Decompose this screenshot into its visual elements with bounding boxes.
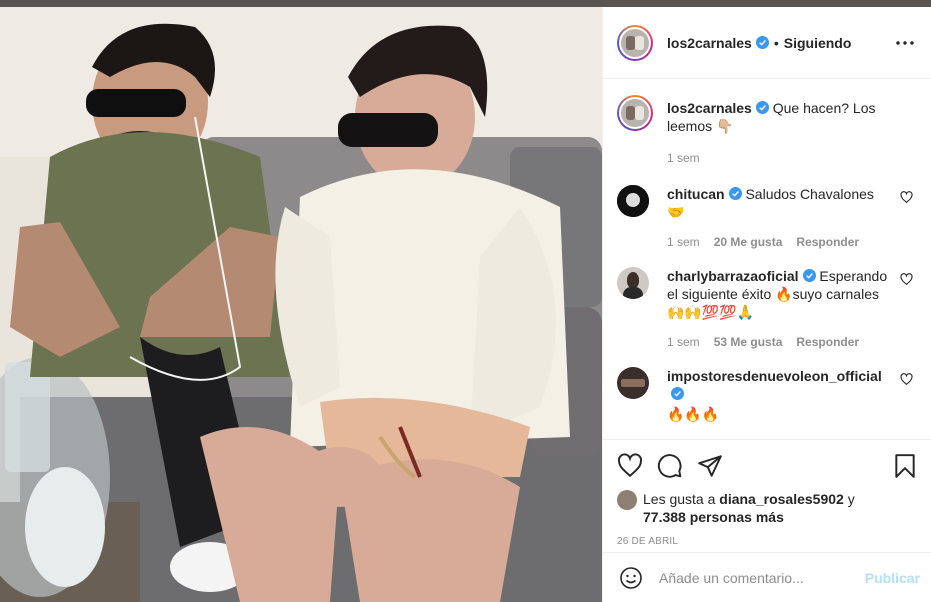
comment-item: charlybarrazaoficial Esperando el siguie… [617,267,917,351]
post-header: los2carnales • Siguiendo [603,7,931,79]
like-comment-heart-icon[interactable] [900,273,913,286]
comment-time[interactable]: 1 sem [667,233,700,251]
comment-item: impostoresdenuevoleon_official 🔥🔥🔥 [617,367,917,423]
save-bookmark-icon[interactable] [892,453,918,479]
verified-badge-icon [755,36,769,49]
comment-username[interactable]: impostoresdenuevoleon_official [667,368,882,384]
account-username[interactable]: los2carnales [667,35,752,51]
comment-item: chitucan Saludos Chavalones 🤝 1 sem 20 M… [617,185,917,251]
account-avatar[interactable] [617,24,653,61]
verified-badge-icon [755,101,769,114]
comment-likes[interactable]: 53 Me gusta [714,333,783,351]
emoji-smile-icon[interactable] [619,566,643,590]
reply-button[interactable]: Responder [796,333,859,351]
comments-list[interactable]: los2carnales Que hacen? Los leemos 👇🏼 1 … [603,79,931,439]
more-options-icon[interactable] [893,31,917,55]
caption: los2carnales Que hacen? Los leemos 👇🏼 1 … [617,95,917,167]
top-strip [0,0,931,7]
share-send-icon[interactable] [697,453,723,479]
reply-button[interactable]: Responder [796,233,859,251]
likes-summary[interactable]: Les gusta a diana_rosales5902 y 77.388 p… [617,490,918,526]
verified-badge-icon [671,387,684,400]
add-comment-bar: Publicar [603,552,931,602]
comment-likes[interactable]: 20 Me gusta [714,233,783,251]
likes-prefix: Les gusta a [643,491,716,507]
comment-avatar[interactable] [617,185,649,217]
likes-count[interactable]: 77.388 personas más [643,509,784,525]
post-side-panel: los2carnales • Siguiendo los2carnales Qu… [602,7,931,602]
like-comment-heart-icon[interactable] [900,373,913,386]
liker-avatar[interactable] [617,490,637,510]
comment-input[interactable] [659,569,865,586]
caption-time[interactable]: 1 sem [667,149,700,167]
verified-badge-icon [728,187,742,200]
comment-username[interactable]: charlybarrazaoficial [667,268,799,284]
like-comment-heart-icon[interactable] [900,191,913,204]
publish-button[interactable]: Publicar [865,570,920,586]
comment-bubble-icon[interactable] [657,453,683,479]
comment-text: 🔥🔥🔥 [667,406,720,422]
comment-avatar[interactable] [617,267,649,299]
separator-dot: • [773,34,779,51]
like-heart-icon[interactable] [617,453,643,479]
caption-avatar[interactable] [617,95,653,131]
caption-username[interactable]: los2carnales [667,100,752,116]
verified-badge-icon [802,269,816,282]
comment-username[interactable]: chitucan [667,186,725,202]
comment-avatar[interactable] [617,367,649,399]
post-date[interactable]: 26 DE ABRIL [617,536,918,547]
post-photo-illustration [0,7,602,602]
post-actions: Les gusta a diana_rosales5902 y 77.388 p… [603,439,931,547]
liker-username[interactable]: diana_rosales5902 [719,491,844,507]
likes-connector: y [847,491,855,507]
comment-time[interactable]: 1 sem [667,333,700,351]
following-button[interactable]: Siguiendo [784,35,852,51]
post-photo[interactable] [0,7,602,602]
